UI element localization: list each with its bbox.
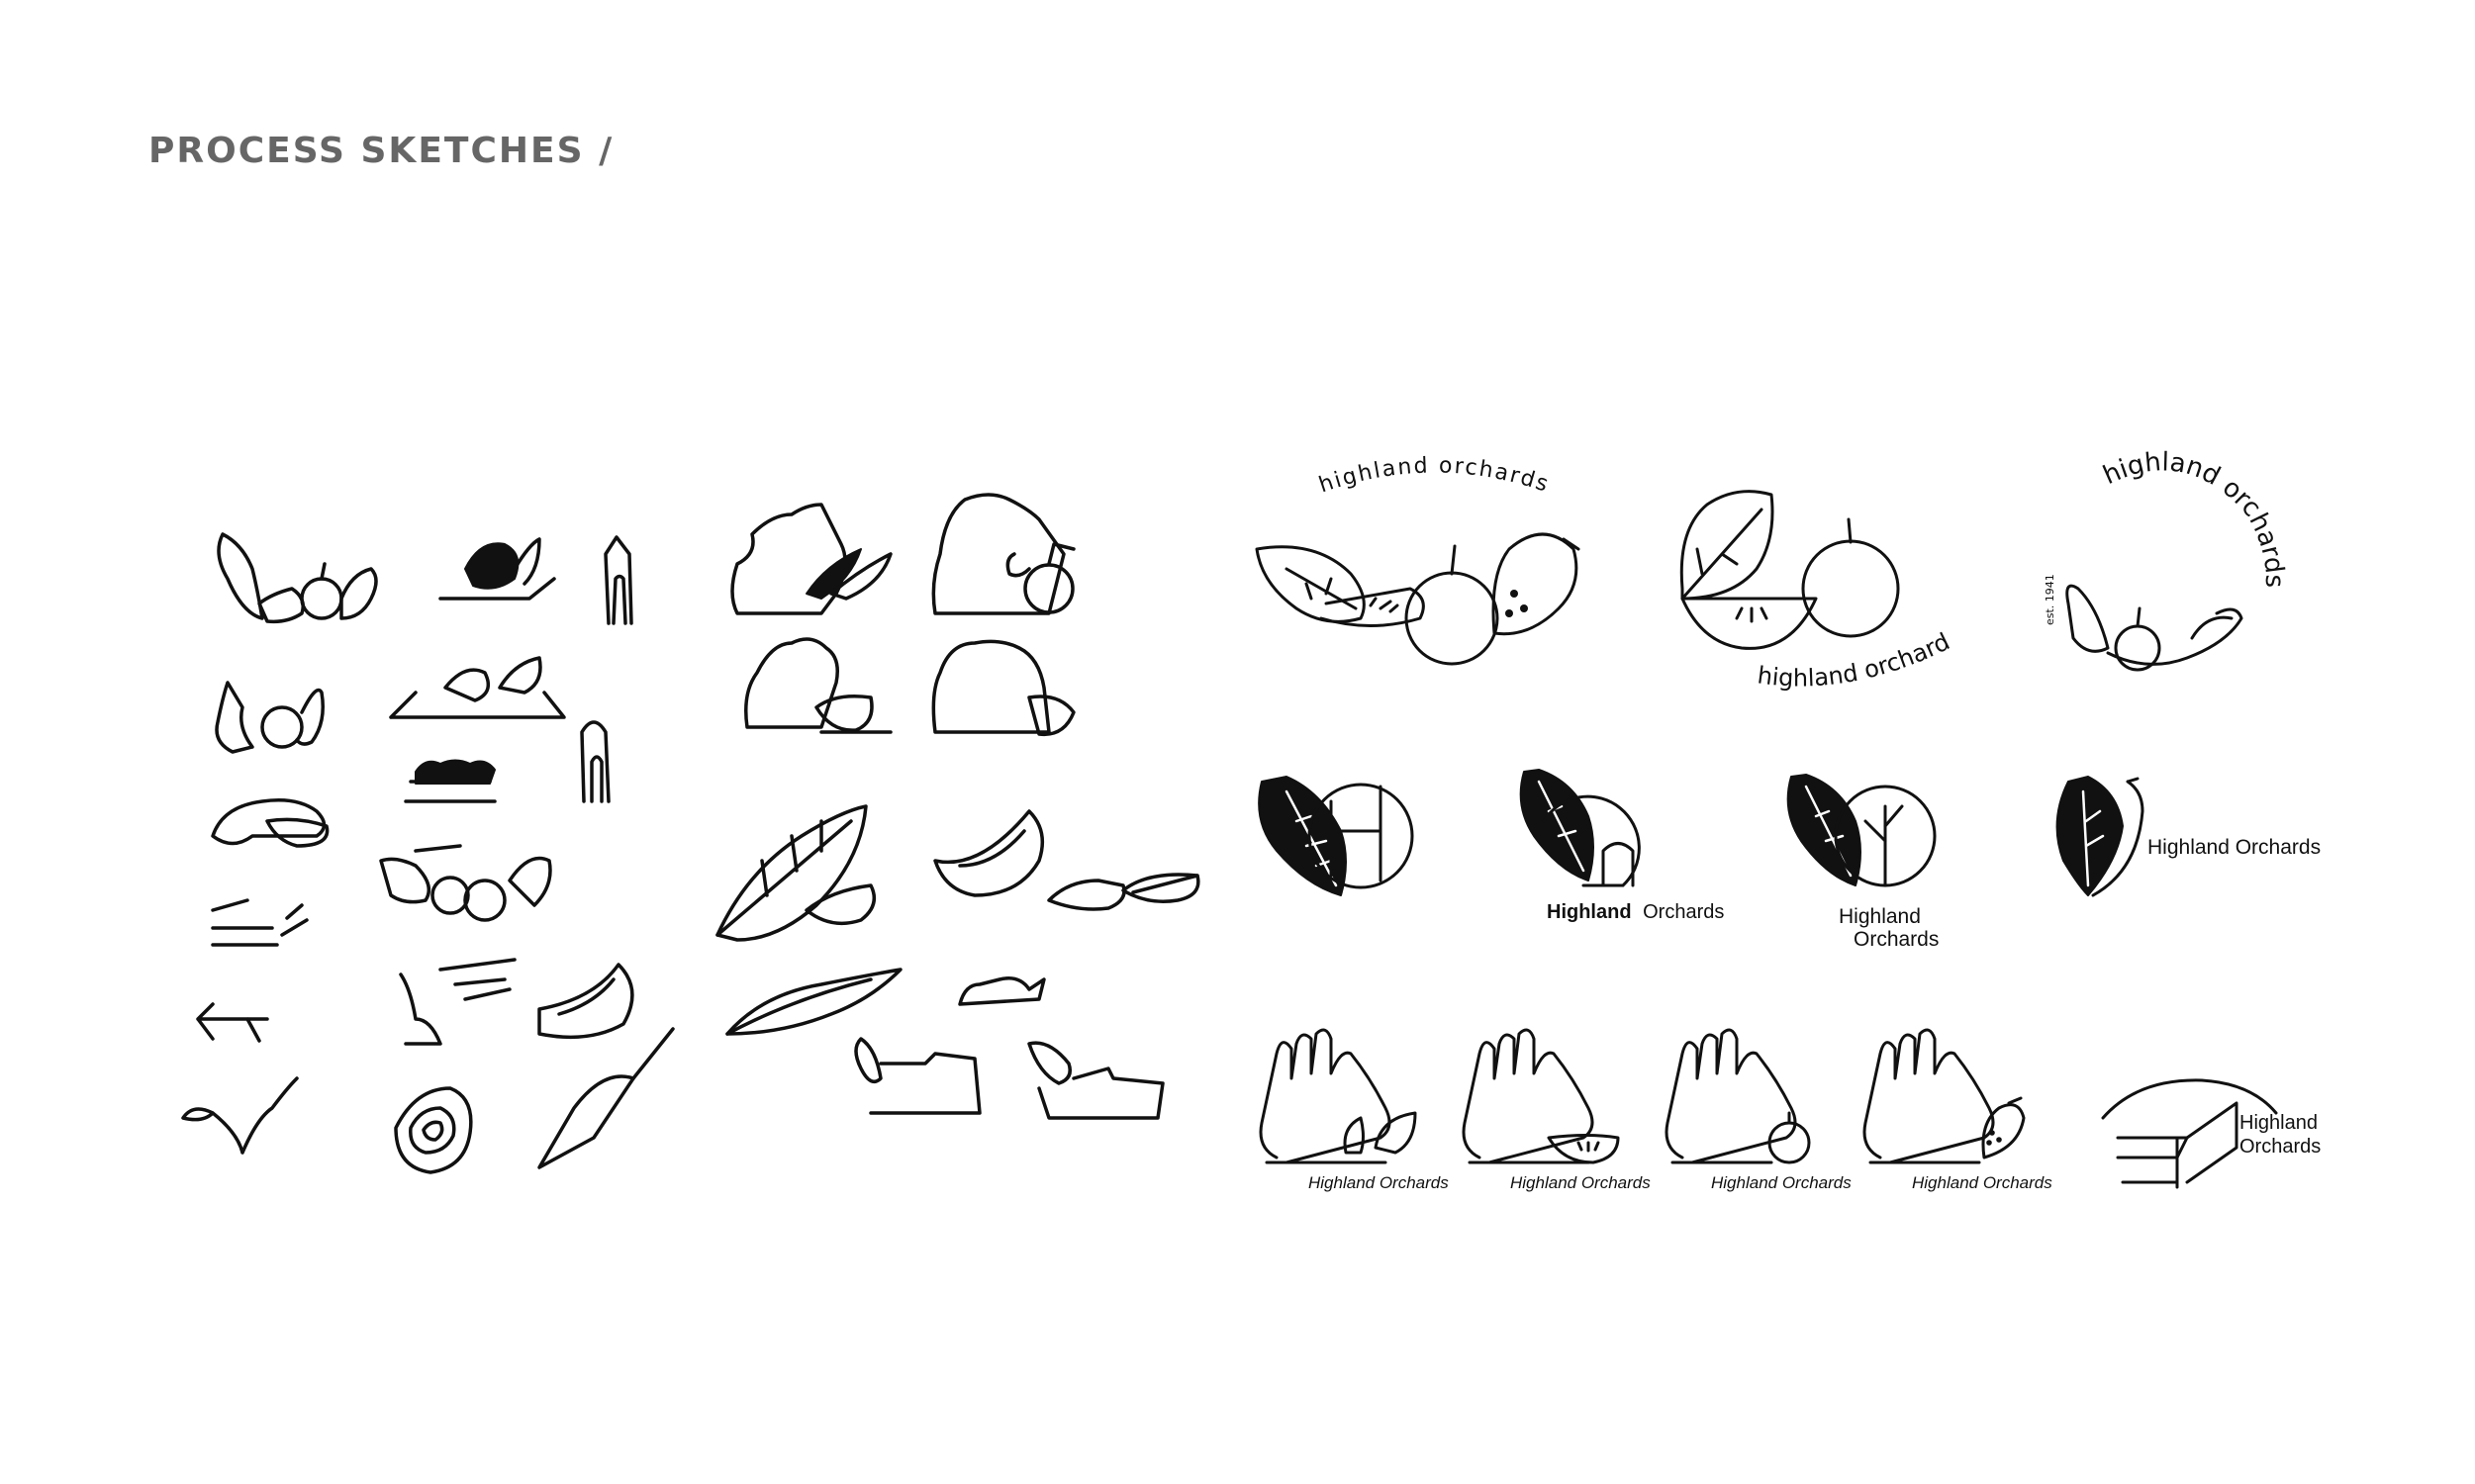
logo-concept-leaf-circle-h: [1258, 776, 1414, 896]
established-date: est. 1941: [2044, 574, 2056, 625]
sketch-bold-slice: [537, 963, 634, 1040]
sketch-carrot-leaf: [1047, 873, 1200, 911]
arc-wordmark: highland orchards: [1316, 453, 1553, 498]
sketch-fruits-on-stand: [404, 759, 497, 803]
sketch-fruit-platform-2: [389, 656, 566, 719]
sketch-crate-leaf-2: [1027, 1041, 1165, 1120]
sketch-large-leaf: [715, 804, 877, 942]
sketch-leaf-sweep: [725, 968, 903, 1036]
sketch-small-tree-note: [399, 958, 517, 1046]
sketch-dark-cluster-platform: [438, 537, 556, 601]
hand-caption-4: Highland Orchards: [1912, 1173, 2052, 1192]
sketch-ridge: [958, 976, 1046, 1006]
logo-concept-hand-slice: Highland Orchards: [1462, 1028, 1651, 1192]
logo-concept-arc-fruits: highland orchards: [1255, 453, 1580, 666]
sketch-arrow-mark: [196, 1002, 269, 1043]
brand-lockup-bold-regular: Highland Orchards: [1547, 901, 1724, 923]
sketch-board: highland orchards highland orchards high…: [0, 0, 2321, 1192]
sketch-double-lines: [211, 898, 309, 947]
rough-sketches-column-1: [181, 532, 675, 1174]
circle-wordmark: highland orchards: [2099, 447, 2289, 588]
sketch-letter-h-2: [580, 720, 611, 803]
sketch-trowel: [537, 1027, 675, 1169]
logo-concept-leaf-horizontal: Highland Orchards: [2055, 776, 2321, 897]
sketch-hill-strawberry: [931, 639, 1076, 737]
hand-caption-2: Highland Orchards: [1510, 1173, 1651, 1192]
logo-concept-leaf-circle-n: Highland Orchards: [1519, 769, 1724, 923]
logo-concept-circle-wordmark: highland orchards est. 1941: [2044, 447, 2289, 672]
brand-lockup-line2: Orchards: [1854, 928, 1939, 951]
sketch-letter-h-1: [604, 535, 633, 625]
sketch-crate-leaf: [854, 1037, 982, 1115]
sketch-fruit-group-2: [215, 681, 325, 754]
sketch-hill-slice: [744, 637, 893, 734]
logo-concept-final-bracket: Highland Orchards: [2101, 1078, 2321, 1189]
sketch-apple-wedge: [933, 809, 1045, 897]
final-lockup-line2: Orchards: [2239, 1136, 2321, 1158]
sketch-hill-leaves: [730, 503, 893, 615]
logo-concept-hand-apple: Highland Orchards: [1665, 1028, 1852, 1192]
sketch-sprout: [181, 1076, 299, 1155]
sketch-fruit-basket-3: [379, 844, 552, 922]
hand-caption-3: Highland Orchards: [1711, 1173, 1852, 1192]
sketch-tree-rings: [394, 1086, 473, 1174]
final-lockup-line1: Highland: [2239, 1112, 2318, 1134]
brand-full-wordmark: Highland Orchards: [2147, 836, 2321, 859]
brand-lockup-line1: Highland: [1839, 905, 1921, 928]
logo-concept-hand-leaf: Highland Orchards: [1259, 1028, 1449, 1192]
hand-caption-1: Highland Orchards: [1308, 1173, 1449, 1192]
sketch-hill-apple: [931, 493, 1076, 615]
sketch-apple-slice-group: [211, 798, 330, 848]
logo-concept-leaf-circle-tree: Highland Orchards: [1786, 774, 1939, 951]
rough-sketches-column-2: [715, 493, 1200, 1120]
sketch-leaf-fruit-cluster: [217, 532, 378, 624]
logo-concept-hand-strawberry: Highland Orchards: [1862, 1028, 2052, 1192]
